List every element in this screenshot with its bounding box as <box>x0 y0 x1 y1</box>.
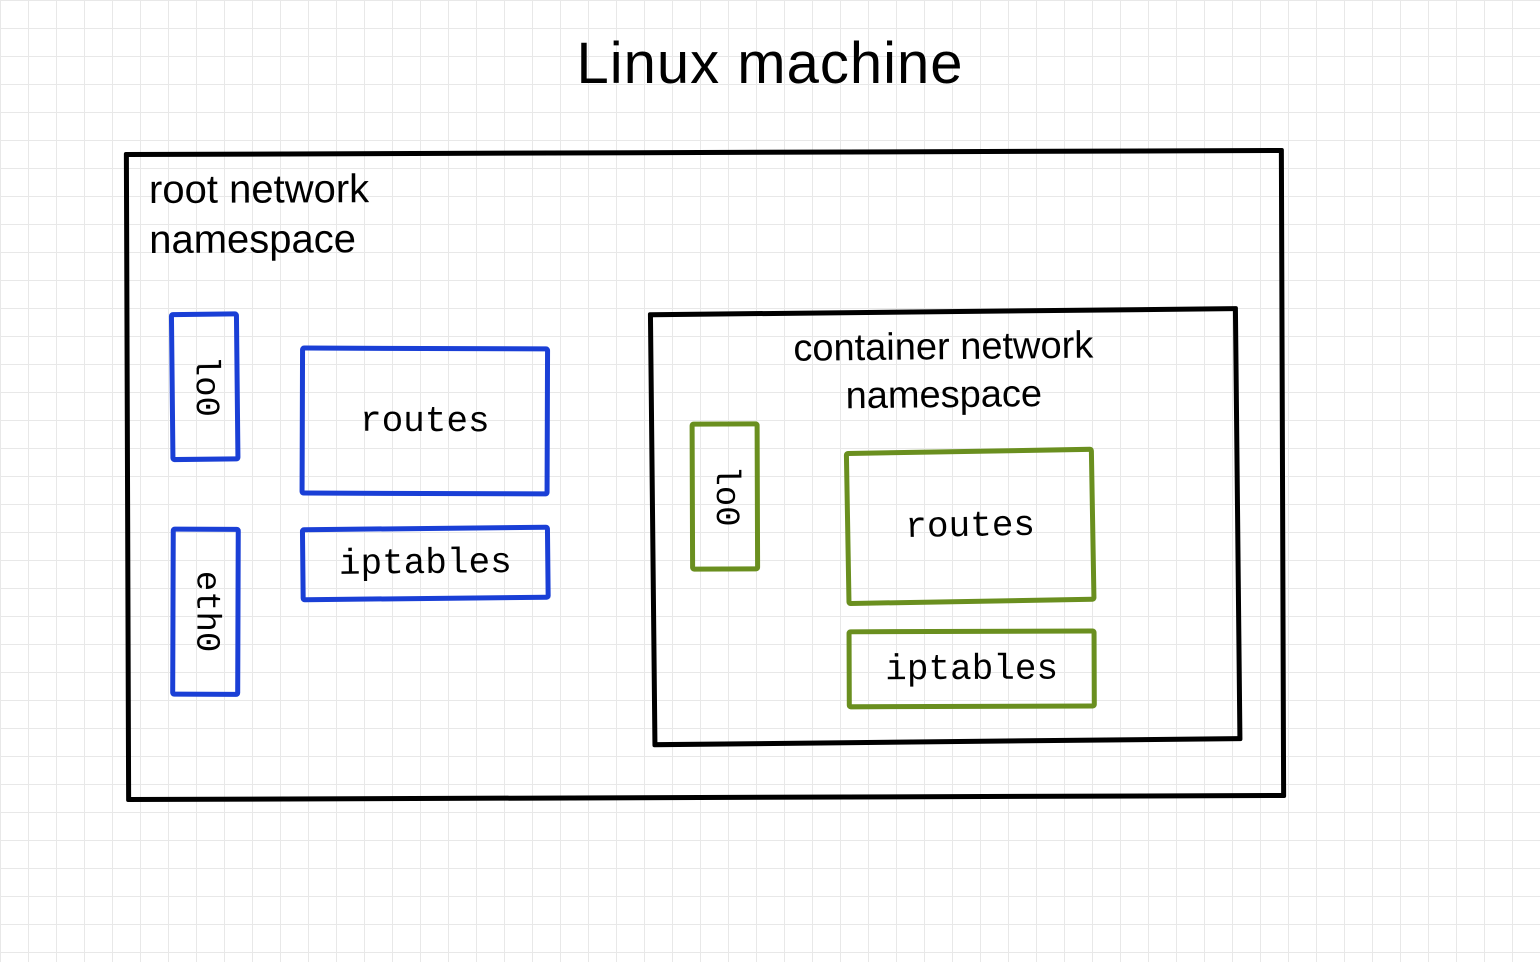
root-lo0-label: lo0 <box>185 356 224 418</box>
root-eth0-box: eth0 <box>170 527 241 697</box>
container-namespace-label-line1: container network <box>793 325 1093 370</box>
root-routes-box: routes <box>300 346 551 497</box>
container-lo0-label: lo0 <box>706 466 744 527</box>
container-namespace-box: container network namespace lo0 routes i… <box>648 306 1243 747</box>
container-routes-box: routes <box>844 447 1097 606</box>
root-namespace-label-line2: namespace <box>149 217 356 262</box>
root-iptables-box: iptables <box>300 525 551 603</box>
container-routes-label: routes <box>905 505 1035 548</box>
root-eth0-label: eth0 <box>186 571 224 653</box>
linux-machine-box: root network namespace lo0 eth0 routes i… <box>124 148 1286 802</box>
root-namespace-label-line1: root network <box>149 167 369 212</box>
root-iptables-label: iptables <box>339 542 512 585</box>
container-iptables-label: iptables <box>885 648 1058 690</box>
diagram-title: Linux machine <box>0 30 1540 97</box>
root-namespace-label: root network namespace <box>149 164 369 265</box>
container-iptables-box: iptables <box>847 628 1097 709</box>
container-namespace-label-line2: namespace <box>845 373 1042 417</box>
root-routes-label: routes <box>360 400 490 441</box>
container-namespace-label: container network namespace <box>653 321 1234 422</box>
container-lo0-box: lo0 <box>690 421 761 571</box>
root-lo0-box: lo0 <box>169 311 241 462</box>
